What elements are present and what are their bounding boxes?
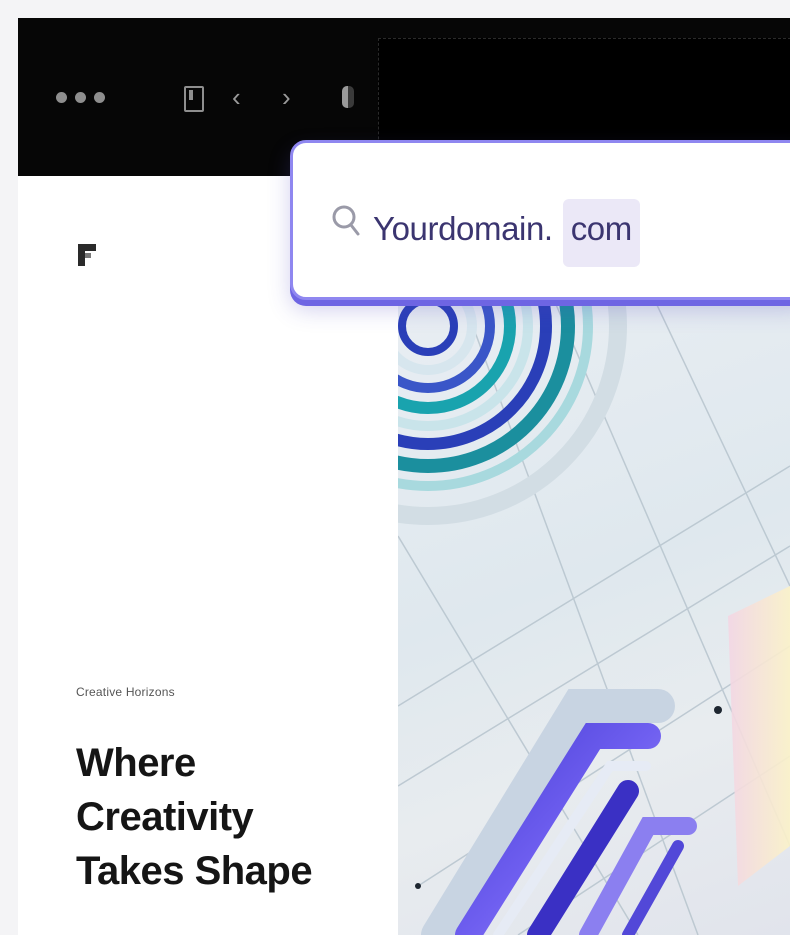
sidebar-toggle-icon[interactable] xyxy=(184,86,204,112)
hero-headline: Where Creativity Takes Shape xyxy=(76,736,376,898)
abstract-3d-art-icon xyxy=(398,286,790,935)
window-minimize-dot[interactable] xyxy=(75,92,86,103)
search-icon xyxy=(332,205,360,236)
window-dots-icon[interactable] xyxy=(56,92,105,103)
shield-icon[interactable] xyxy=(342,86,354,108)
window-close-dot[interactable] xyxy=(56,92,67,103)
screenshot-frame: ‹ › Creative Horizons Where Creativity T… xyxy=(0,0,790,935)
back-arrow-icon[interactable]: ‹ xyxy=(232,82,241,112)
url-domain: Yourdomain. xyxy=(373,210,553,247)
hero-eyebrow: Creative Horizons xyxy=(76,685,175,699)
url-tld-highlight: com xyxy=(562,199,640,267)
headline-line-2: Takes Shape xyxy=(76,849,313,893)
window-maximize-dot[interactable] xyxy=(94,92,105,103)
address-bar[interactable]: Yourdomain. com xyxy=(290,140,790,300)
hero-artwork xyxy=(398,286,790,935)
forward-arrow-icon[interactable]: › xyxy=(282,82,291,112)
brand-logo-icon[interactable] xyxy=(78,244,96,266)
url-input[interactable]: Yourdomain. com xyxy=(373,199,640,267)
headline-line-1: Where Creativity xyxy=(76,741,254,839)
